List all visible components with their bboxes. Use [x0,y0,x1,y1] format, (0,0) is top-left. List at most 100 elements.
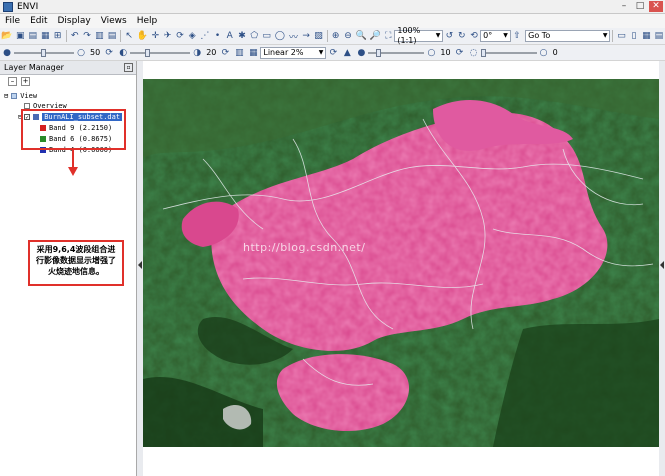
print-icon[interactable]: ▤ [28,30,39,42]
refresh-icon[interactable]: ⟳ [454,47,466,59]
slider-knob[interactable] [41,48,46,57]
arrow-icon[interactable]: → [301,30,311,42]
text-annotation-icon[interactable]: A [225,30,235,42]
picture-icon[interactable]: ▨ [313,30,324,42]
undo-icon[interactable]: ↶ [70,30,80,42]
point-icon[interactable]: • [212,30,222,42]
contrast-slider[interactable] [130,47,191,59]
rotate-icon[interactable]: ⟳ [175,30,185,42]
slider-track [130,51,191,54]
rotation-value: 0° [483,31,493,40]
stretch-icon[interactable]: ▦ [247,47,259,59]
refresh-icon[interactable]: ⟳ [327,47,339,59]
slider-knob[interactable] [480,48,486,57]
menu-edit[interactable]: Edit [25,16,52,26]
transparency-value: 0 [552,48,558,57]
collapse-left-icon[interactable] [138,261,142,269]
right-splitter[interactable] [659,61,665,476]
watermark-text: http://blog.csdn.net/ [243,241,366,254]
contrast-value: 20 [206,48,217,57]
menu-bar: File Edit Display Views Help [0,14,665,28]
star-icon[interactable]: ✱ [237,30,247,42]
crosshair-icon[interactable]: ✛ [150,30,160,42]
table-icon[interactable]: ▤ [107,30,118,42]
sharpen-reset-icon[interactable]: ○ [425,47,437,59]
select-arrow-icon[interactable]: ↖ [124,30,134,42]
layout-2-icon[interactable]: ▯ [629,30,639,42]
roi-icon[interactable]: ◈ [187,30,197,42]
slider-knob[interactable] [376,48,382,57]
contrast-icon: ◐ [119,47,128,58]
fly-icon[interactable]: ✈ [163,30,173,42]
chevron-down-icon: ▼ [435,32,441,39]
redo-icon[interactable]: ↷ [82,30,92,42]
ellipse-icon[interactable]: ◯ [274,30,286,42]
zoom-value: 100% (1:1) [397,26,421,45]
stretch-value: Linear 2% [263,47,304,57]
minimize-button[interactable]: – [617,1,631,12]
slider-knob[interactable] [145,48,151,57]
menu-file[interactable]: File [0,16,25,26]
chevron-down-icon: ▼ [318,48,324,56]
sharpen-value: 10 [440,48,451,57]
zoom-dropdown[interactable]: 100% (1:1) ▼ [394,26,444,45]
brightness-reset-icon[interactable]: ○ [75,47,87,59]
rotate-right-icon[interactable]: ↻ [457,30,467,42]
zoom-full-icon[interactable]: ⛶ [383,30,393,42]
app-icon [3,1,13,12]
rectangle-icon[interactable]: ▭ [261,30,272,42]
contrast-reset-icon[interactable]: ◑ [191,47,203,59]
vector-icon[interactable]: ⋰ [199,30,210,42]
zoom-fixed-out-icon[interactable]: ⊖ [343,30,353,42]
rotation-dropdown[interactable]: 0° ▼ [480,30,511,42]
window-title: ENVI [17,1,39,12]
sharpen-slider[interactable] [368,47,425,59]
refresh-icon[interactable]: ⟳ [103,47,115,59]
sharpen-icon[interactable]: ▲ [341,47,353,59]
brightness-value: 50 [90,48,101,57]
zoom-in-icon[interactable]: 🔍 [355,30,367,42]
save-icon[interactable]: ▣ [15,30,26,42]
layout-3-icon[interactable]: ▦ [641,30,652,42]
menu-views[interactable]: Views [96,16,132,26]
sharpen-knob-icon: ● [357,47,366,58]
separator [120,30,122,42]
north-arrow-icon[interactable]: ⇧ [512,30,522,42]
zoom-out-icon[interactable]: 🔎 [369,30,381,42]
layout-4-icon[interactable]: ▤ [654,30,665,42]
image-view[interactable]: http://blog.csdn.net/ [143,61,659,476]
rotate-left-icon[interactable]: ↺ [444,30,454,42]
goto-value: Go To [528,31,551,40]
layers-icon[interactable]: ▦ [40,30,51,42]
chart-icon[interactable]: ▥ [94,30,105,42]
transparency-reset-icon[interactable]: ○ [538,47,550,59]
open-icon[interactable]: 📂 [1,30,13,42]
stretch-dropdown[interactable]: Linear 2% ▼ [260,46,327,59]
layout-1-icon[interactable]: ▭ [616,30,627,42]
menu-display[interactable]: Display [53,16,96,26]
brightness-slider[interactable] [14,47,74,59]
histogram-icon[interactable]: ▥ [233,47,245,59]
satellite-image[interactable] [143,79,659,447]
enhancement-toolbar: ● ○ 50 ⟳ ◐ ◑ 20 ⟳ ▥ ▦ Linear 2% ▼ ⟳ ▲ ● ○… [0,45,665,61]
title-bar: ENVI – □ ✕ [0,0,665,14]
refresh-icon[interactable]: ⟳ [219,47,231,59]
zoom-fixed-in-icon[interactable]: ⊕ [331,30,341,42]
close-button[interactable]: ✕ [649,1,663,12]
polygon-icon[interactable]: ⬠ [249,30,259,42]
grid-icon[interactable]: ⊞ [53,30,63,42]
collapse-right-icon[interactable] [660,261,664,269]
chevron-down-icon: ▼ [503,32,508,39]
polyline-icon[interactable]: 〰 [288,30,299,43]
maximize-button[interactable]: □ [633,1,647,12]
rotate-reset-icon[interactable]: ⟲ [469,30,479,42]
transparency-slider[interactable] [480,47,537,59]
menu-help[interactable]: Help [132,16,163,26]
separator [612,30,614,42]
annotation-callout: 采用9,6,4波段组合进行影像数据显示增强了火烧迹地信息。 [28,240,124,286]
main-toolbar: 📂 ▣ ▤ ▦ ⊞ ↶ ↷ ▥ ▤ ↖ ✋ ✛ ✈ ⟳ ◈ ⋰ • A ✱ ⬠ … [0,26,665,45]
separator [326,30,328,42]
goto-input[interactable]: Go To ▼ [525,30,611,42]
layer-manager-panel: Layer Manager ▫ – + ⊟ View Overview ⊟ ✓ … [0,61,137,476]
pan-icon[interactable]: ✋ [136,30,148,42]
